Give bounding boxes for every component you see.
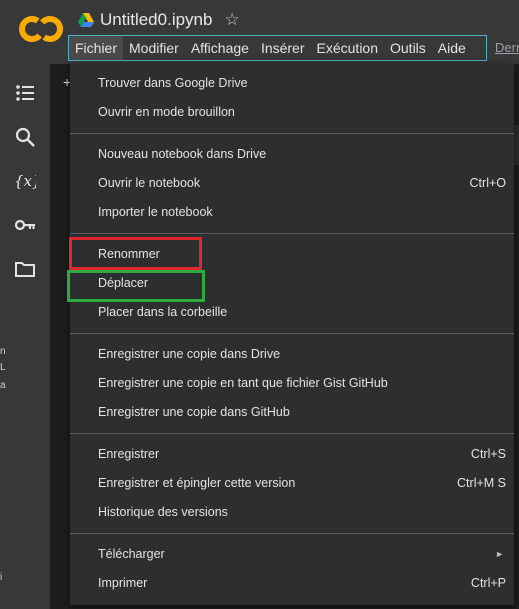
menu-aide[interactable]: Aide (432, 36, 472, 60)
menu-inserer[interactable]: Insérer (255, 36, 311, 60)
menu-open-playground[interactable]: Ouvrir en mode brouillon (70, 98, 514, 127)
star-icon[interactable]: ☆ (224, 10, 239, 30)
menu-separator (70, 433, 514, 434)
edge-char: i (0, 572, 3, 583)
menu-new-notebook[interactable]: Nouveau notebook dans Drive (70, 140, 514, 169)
menu-download[interactable]: Télécharger ► (70, 540, 514, 569)
edge-char: a (0, 380, 6, 391)
variables-icon[interactable]: {x} (14, 170, 36, 192)
menu-execution[interactable]: Exécution (311, 36, 384, 60)
menu-separator (70, 133, 514, 134)
google-drive-icon[interactable] (78, 13, 94, 27)
menu-open-notebook[interactable]: Ouvrir le notebook Ctrl+O (70, 169, 514, 198)
move-highlight-box (67, 270, 205, 302)
menu-save-copy-drive[interactable]: Enregistrer une copie dans Drive (70, 340, 514, 369)
edge-char: n (0, 346, 6, 357)
menu-save-copy-github[interactable]: Enregistrer une copie dans GitHub (70, 398, 514, 427)
menu-outils[interactable]: Outils (384, 36, 432, 60)
menubar: Fichier Modifier Affichage Insérer Exécu… (68, 35, 487, 61)
edge-char: L (0, 362, 6, 373)
sidebar: {x} (0, 64, 50, 609)
menu-fichier[interactable]: Fichier (69, 36, 124, 60)
key-icon[interactable] (14, 214, 36, 236)
notebook-title[interactable]: Untitled0.ipynb (100, 10, 212, 30)
menu-affichage[interactable]: Affichage (185, 36, 255, 60)
search-icon[interactable] (14, 126, 36, 148)
file-menu-dropdown: Trouver dans Google Drive Ouvrir en mode… (70, 64, 514, 605)
menu-version-history[interactable]: Historique des versions (70, 498, 514, 527)
submenu-arrow-icon: ► (495, 549, 504, 559)
colab-logo[interactable] (18, 14, 64, 44)
svg-text:{x}: {x} (14, 172, 36, 190)
menu-find-in-drive[interactable]: Trouver dans Google Drive (70, 69, 514, 98)
menu-separator (70, 233, 514, 234)
menu-save-and-pin[interactable]: Enregistrer et épingler cette version Ctr… (70, 469, 514, 498)
header: Untitled0.ipynb ☆ Fichier Modifier Affic… (0, 0, 519, 64)
menu-separator (70, 533, 514, 534)
menu-save-copy-gist[interactable]: Enregistrer une copie en tant que fichie… (70, 369, 514, 398)
menu-save[interactable]: Enregistrer Ctrl+S (70, 440, 514, 469)
folder-icon[interactable] (14, 258, 36, 280)
last-edit-link[interactable]: Dern (495, 40, 519, 55)
menu-import-notebook[interactable]: Importer le notebook (70, 198, 514, 227)
toc-icon[interactable] (14, 82, 36, 104)
menu-modifier[interactable]: Modifier (123, 36, 185, 60)
menu-separator (70, 333, 514, 334)
left-edge-text: n L a i (0, 340, 6, 600)
title-row: Untitled0.ipynb ☆ (78, 8, 240, 32)
menu-move-to-trash[interactable]: Placer dans la corbeille (70, 298, 514, 327)
rename-highlight-box (69, 237, 202, 270)
menu-print[interactable]: Imprimer Ctrl+P (70, 569, 514, 598)
